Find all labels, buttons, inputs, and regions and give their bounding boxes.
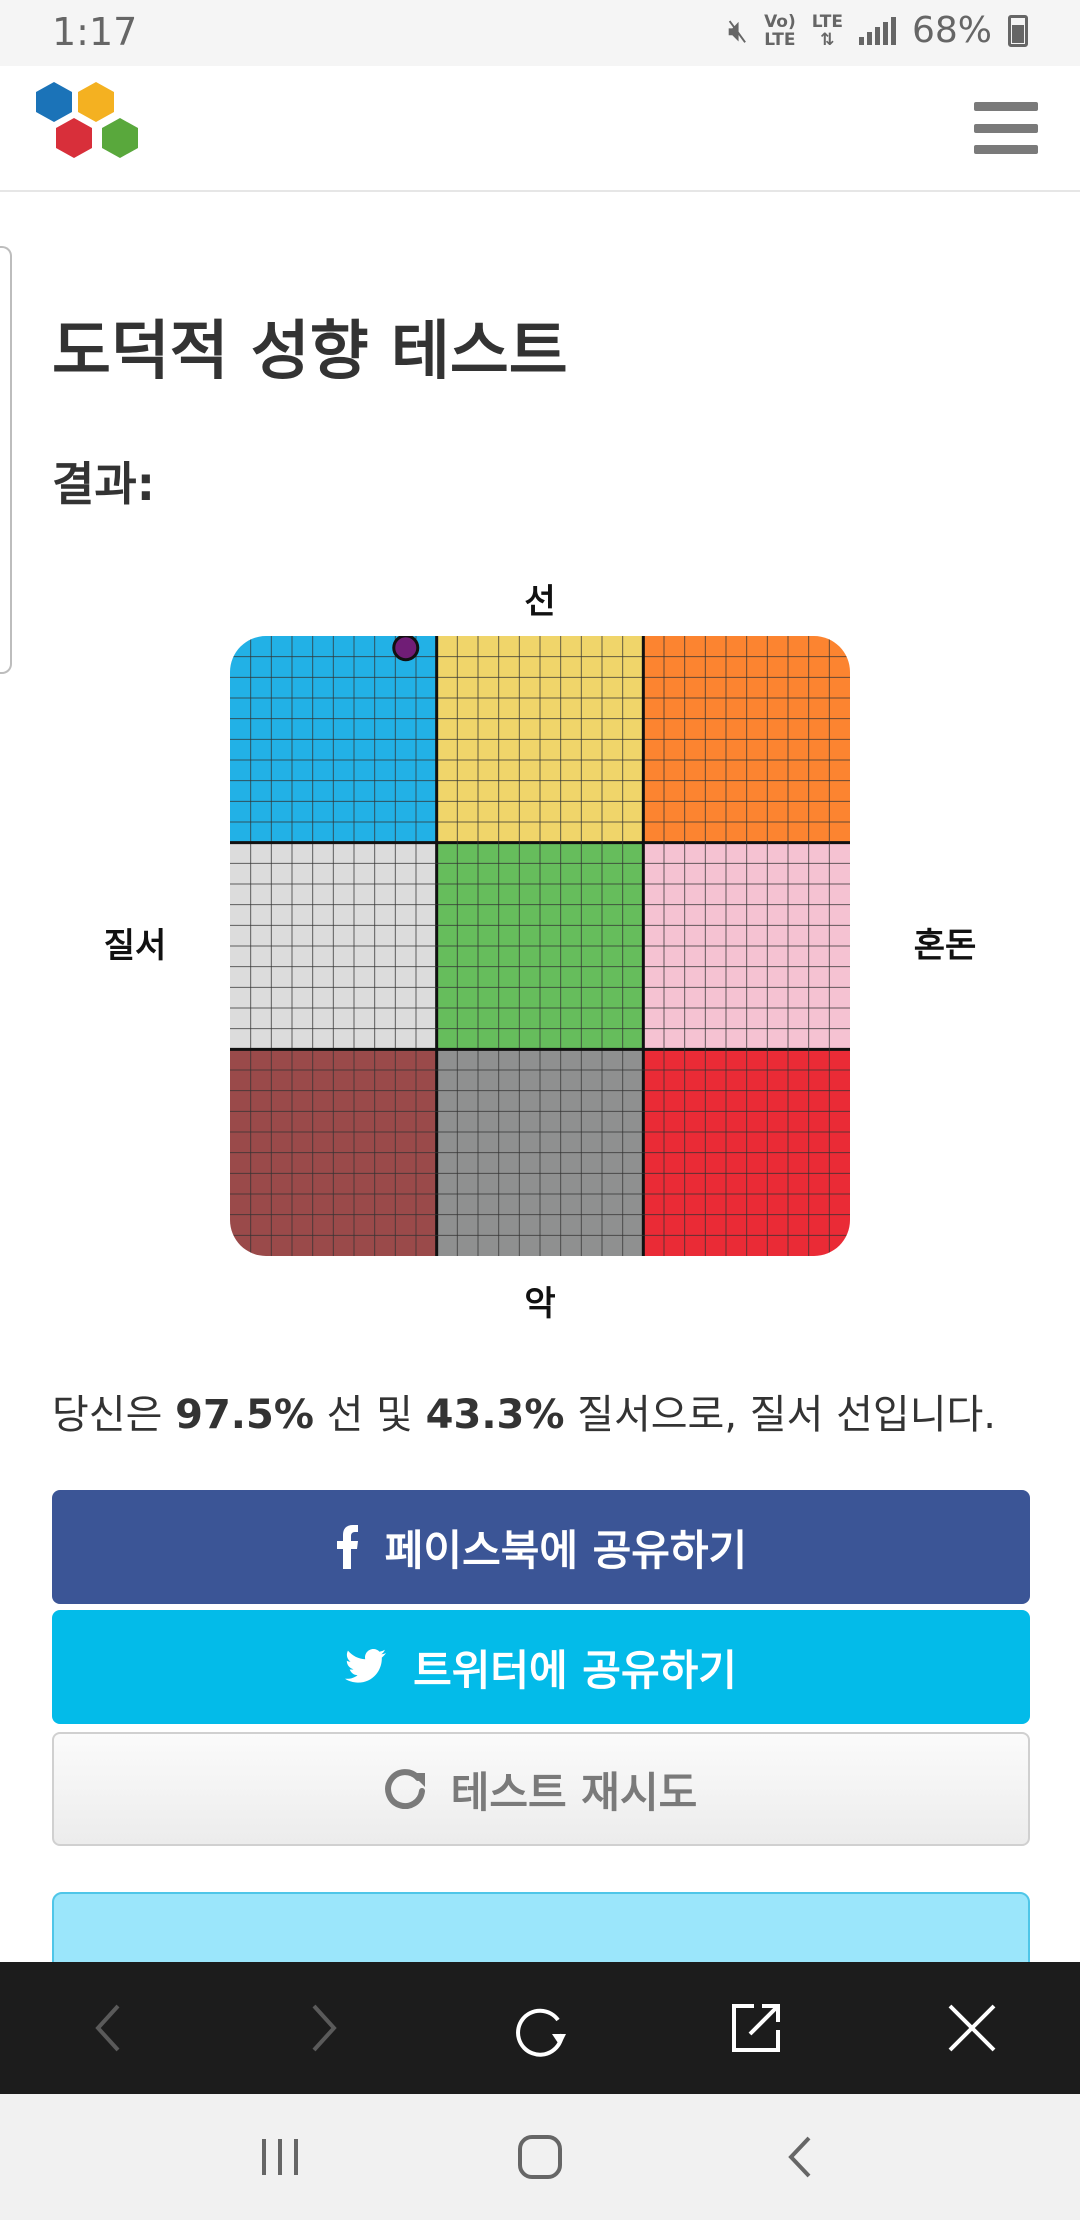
mute-icon: 🔇︎: [727, 11, 749, 49]
status-time: 1:17: [52, 10, 138, 54]
site-logo[interactable]: [22, 80, 148, 176]
status-icons: 🔇︎ Vo) LTE LTE ⇅ 68%: [728, 10, 1028, 51]
browser-open-external-icon[interactable]: [716, 1988, 796, 2068]
volte-indicator: Vo) LTE: [764, 11, 796, 50]
browser-back-icon[interactable]: [68, 1988, 148, 2068]
good-percent: 97.5%: [175, 1392, 314, 1438]
result-sentence: 당신은 97.5% 선 및 43.3% 질서으로, 질서 선입니다.: [52, 1382, 1042, 1440]
page-title: 도덕적 성향 테스트: [52, 315, 568, 389]
status-bar: 1:17 🔇︎ Vo) LTE LTE ⇅ 68%: [0, 0, 1080, 66]
result-label: 결과:: [52, 457, 156, 511]
result-good-word: 선 및: [313, 1392, 426, 1438]
system-nav-bar: [0, 2094, 1080, 2220]
share-facebook-label: 페이스북에 공유하기: [384, 1525, 748, 1575]
signal-icon: [858, 16, 896, 45]
result-suffix: 질서으로, 질서 선입니다.: [564, 1392, 997, 1438]
system-back-icon[interactable]: [760, 2117, 840, 2197]
lawful-percent: 43.3%: [425, 1392, 565, 1438]
share-twitter-button[interactable]: 트위터에 공유하기: [52, 1610, 1030, 1724]
lte-indicator: LTE ⇅: [811, 11, 843, 50]
browser-close-icon[interactable]: [932, 1988, 1012, 2068]
battery-icon: [1008, 14, 1028, 47]
axis-label-good: 선: [524, 582, 556, 622]
refresh-icon: [384, 1769, 425, 1809]
twitter-icon: [345, 1649, 387, 1685]
share-facebook-button[interactable]: 페이스북에 공유하기: [52, 1490, 1030, 1604]
alignment-grid: [230, 636, 850, 1256]
battery-percent: 68%: [911, 10, 992, 51]
result-prefix: 당신은: [52, 1392, 176, 1438]
axis-label-lawful: 질서: [103, 926, 167, 966]
share-twitter-label: 트위터에 공유하기: [413, 1645, 737, 1695]
facebook-icon: [335, 1525, 359, 1569]
retry-test-button[interactable]: 테스트 재시도: [52, 1732, 1030, 1846]
site-header: [0, 66, 1080, 192]
recent-apps-icon[interactable]: [240, 2117, 320, 2197]
browser-toolbar: [0, 1962, 1080, 2094]
result-marker: [392, 636, 420, 662]
axis-label-chaotic: 혼돈: [913, 926, 977, 966]
browser-reload-icon[interactable]: [500, 1988, 580, 2068]
retry-test-label: 테스트 재시도: [450, 1767, 698, 1817]
axis-label-evil: 악: [524, 1284, 556, 1324]
side-tab[interactable]: [0, 246, 12, 674]
hamburger-menu-icon[interactable]: [974, 102, 1038, 154]
home-icon[interactable]: [500, 2117, 580, 2197]
browser-forward-icon[interactable]: [284, 1988, 364, 2068]
